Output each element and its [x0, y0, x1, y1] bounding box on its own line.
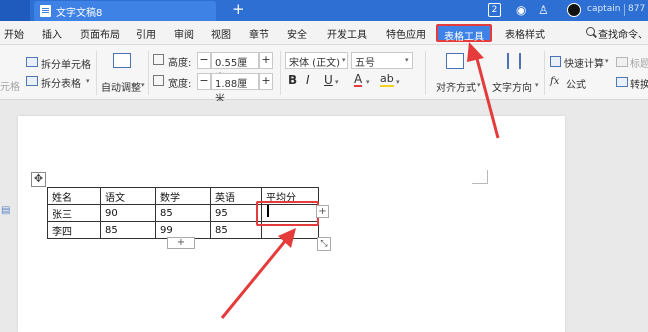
tab-section[interactable]: 章节	[249, 26, 269, 41]
toolbar-divider	[544, 51, 545, 95]
calculator-icon	[550, 56, 561, 67]
command-search[interactable]: 查找命令、搜	[598, 26, 648, 41]
underline-dropdown-icon[interactable]: ▾	[335, 78, 339, 86]
new-tab-button[interactable]: +	[232, 0, 245, 18]
formula-icon: fx	[550, 76, 560, 87]
height-increase-button[interactable]: +	[259, 52, 273, 69]
width-label: 宽度:	[168, 79, 192, 90]
toolbar-divider	[425, 51, 426, 95]
font-color-dropdown-icon[interactable]: ▾	[366, 78, 370, 86]
toolbar-divider	[148, 51, 149, 95]
toolbar-divider	[96, 51, 97, 95]
tab-page-layout[interactable]: 页面布局	[80, 26, 120, 41]
bold-button[interactable]: B	[288, 73, 297, 87]
shirt-icon[interactable]: ♙	[538, 2, 549, 18]
tab-view[interactable]: 视图	[211, 26, 231, 41]
paste-options-icon[interactable]: ▤	[1, 205, 13, 217]
table-cell[interactable]: 85	[100, 221, 156, 239]
skin-icon[interactable]: ◉	[516, 2, 526, 18]
auto-adjust-button[interactable]: 自动调整	[101, 79, 141, 94]
ribbon-tabs: 开始 插入 页面布局 引用 审阅 视图 章节 安全 开发工具 特色应用 表格工具…	[0, 21, 648, 45]
table-move-handle[interactable]: ✥	[31, 172, 46, 187]
auto-adjust-icon	[113, 53, 131, 68]
tab-table-tools[interactable]: 表格工具	[436, 24, 492, 43]
merge-cells-button[interactable]: 元格	[0, 78, 20, 93]
app-menu-area[interactable]	[0, 0, 30, 21]
toolbar-divider	[280, 51, 281, 95]
tab-references[interactable]: 引用	[136, 26, 156, 41]
text-direction-icon	[507, 53, 521, 69]
user-id: 877	[628, 4, 646, 14]
table-cell[interactable]: 张三	[47, 204, 101, 222]
text-direction-button[interactable]: 文字方向	[492, 79, 532, 94]
width-decrease-button[interactable]: −	[197, 73, 211, 90]
title-bar: 文字文稿8 + 2 ◉ ♙ captain 877	[0, 0, 648, 21]
highlight-dropdown-icon[interactable]: ▾	[396, 78, 400, 86]
width-increase-button[interactable]: +	[259, 73, 273, 90]
titlebar-divider	[624, 4, 625, 16]
font-size-select[interactable]: 五号	[351, 52, 413, 69]
table-cell[interactable]: 85	[155, 204, 211, 222]
split-table-dropdown-icon[interactable]: ▾	[86, 77, 90, 85]
row-height-icon	[153, 54, 164, 65]
table-resize-handle[interactable]: ⤡	[317, 237, 331, 251]
page-margin-mark	[472, 170, 488, 184]
table-tools-toolbar: 元格 拆分单元格 拆分表格 ▾ 自动调整 ▾ 高度: − 0.55厘米 + 宽度…	[0, 45, 648, 105]
window-count-badge[interactable]: 2	[488, 3, 501, 17]
text-direction-dropdown-icon[interactable]: ▾	[535, 81, 539, 89]
table-cell[interactable]: 李四	[47, 221, 101, 239]
annotation-highlight-box	[256, 201, 319, 226]
align-icon	[446, 53, 464, 69]
search-icon[interactable]	[586, 27, 595, 36]
height-input[interactable]: 0.55厘米	[211, 52, 259, 84]
split-cells-icon	[26, 57, 38, 67]
auto-adjust-dropdown-icon[interactable]: ▾	[141, 81, 145, 89]
align-dropdown-icon[interactable]: ▾	[477, 81, 481, 89]
table-cell[interactable]: 姓名	[47, 187, 101, 205]
table-cell[interactable]: 99	[155, 221, 211, 239]
font-name-dropdown-icon[interactable]: ▾	[342, 56, 346, 64]
table-cell[interactable]: 95	[210, 204, 262, 222]
tab-special-apps[interactable]: 特色应用	[386, 26, 426, 41]
table-cell[interactable]: 语文	[100, 187, 156, 205]
table-cell[interactable]: 85	[210, 221, 262, 239]
split-cells-button[interactable]: 拆分单元格	[41, 56, 91, 71]
font-size-dropdown-icon[interactable]: ▾	[405, 56, 409, 64]
table-cell[interactable]: 90	[100, 204, 156, 222]
font-name-select[interactable]: 宋体 (正文)	[285, 52, 348, 69]
user-name[interactable]: captain	[587, 4, 620, 14]
font-color-button[interactable]: A	[354, 73, 363, 87]
italic-button[interactable]: I	[306, 73, 310, 87]
tab-start[interactable]: 开始	[4, 26, 24, 41]
add-column-button[interactable]: +	[316, 205, 329, 218]
formula-button[interactable]: 公式	[566, 76, 586, 91]
width-input[interactable]: 1.88厘米	[211, 73, 259, 105]
table-cell[interactable]: 英语	[210, 187, 262, 205]
title-row-icon	[616, 57, 628, 67]
avatar[interactable]	[567, 3, 581, 17]
split-table-button[interactable]: 拆分表格	[41, 75, 81, 90]
tab-table-style[interactable]: 表格样式	[505, 26, 545, 41]
tab-developer-tools[interactable]: 开发工具	[327, 26, 367, 41]
split-table-icon	[26, 76, 38, 86]
tab-insert[interactable]: 插入	[42, 26, 62, 41]
height-label: 高度:	[168, 58, 192, 69]
convert-to-text-button[interactable]: 转换	[630, 76, 648, 91]
quick-calc-dropdown-icon[interactable]: ▾	[605, 57, 609, 65]
document-icon	[40, 5, 51, 17]
tab-review[interactable]: 审阅	[174, 26, 194, 41]
convert-icon	[616, 77, 628, 87]
quick-calc-button[interactable]: 快速计算	[564, 55, 604, 70]
table-cell[interactable]: 数学	[155, 187, 211, 205]
title-row-repeat-button[interactable]: 标题	[630, 55, 648, 70]
add-row-button[interactable]: +	[167, 237, 195, 249]
document-tab-title: 文字文稿8	[56, 8, 103, 19]
tab-security[interactable]: 安全	[287, 26, 307, 41]
highlight-button[interactable]: ab	[380, 73, 394, 87]
height-decrease-button[interactable]: −	[197, 52, 211, 69]
document-tab[interactable]: 文字文稿8	[34, 1, 216, 21]
underline-button[interactable]: U	[324, 73, 333, 87]
align-button[interactable]: 对齐方式	[436, 79, 476, 94]
column-width-icon	[153, 75, 164, 86]
